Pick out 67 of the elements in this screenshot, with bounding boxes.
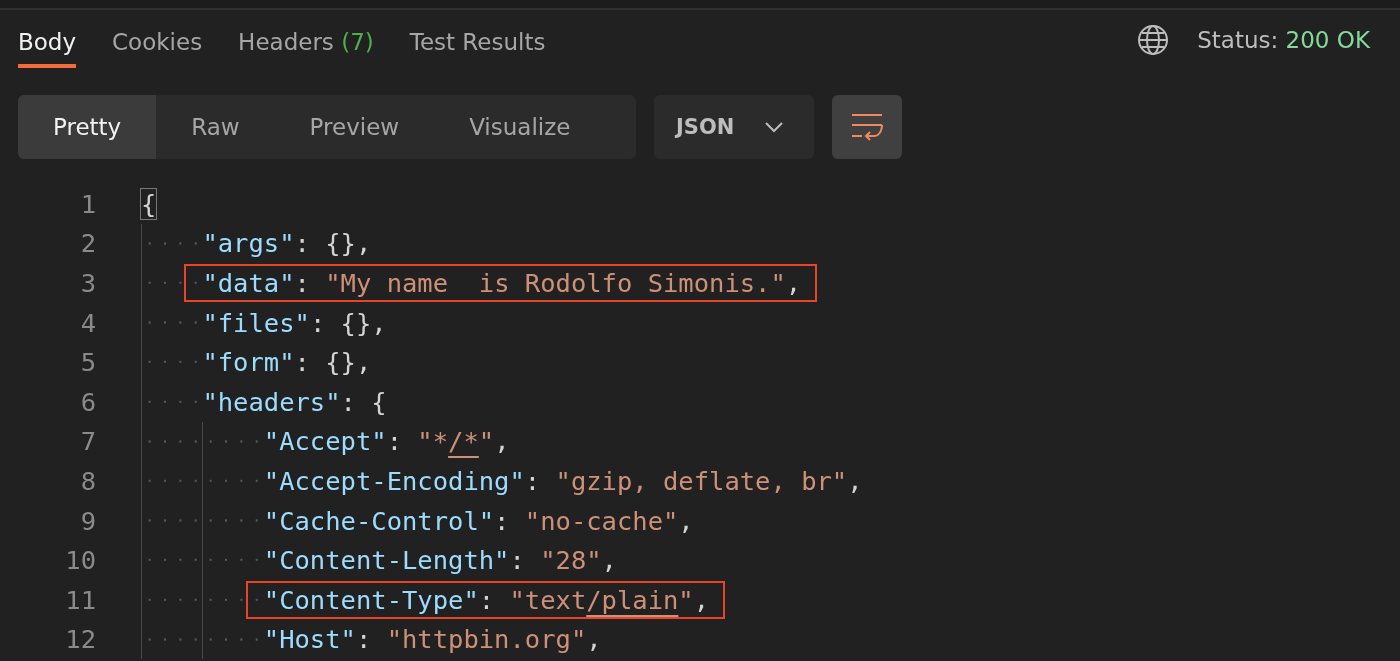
line-number: 10 [64,545,96,576]
json-punctuation: : { [340,386,387,417]
json-punctuation: : [294,268,311,298]
wrap-lines-button[interactable] [832,95,903,159]
line-number: 12 [64,624,96,655]
json-punctuation: : {}, [309,307,387,338]
json-string: " [678,584,694,615]
line-number: 8 [79,465,96,496]
json-key: "Content-Length" [263,545,510,576]
json-punctuation: : [509,545,526,576]
globe-icon[interactable] [1137,24,1170,56]
json-punctuation: , [678,505,694,536]
view-mode-tab[interactable]: Preview [274,95,435,159]
json-key: "Content-Type" [263,584,479,615]
json-brace: { [141,188,157,219]
json-punctuation: : [386,426,403,457]
json-string: "gzip, deflate, br" [555,465,848,496]
json-punctuation: , [847,465,863,496]
link-text[interactable]: /plain [586,584,679,615]
json-string: "28" [540,545,602,576]
line-number: 5 [79,347,96,378]
json-punctuation: , [586,624,602,655]
response-tab[interactable]: Headers (7) [238,10,374,68]
status-text: Status: 200 OK [1197,27,1370,53]
json-key: "headers" [202,386,341,417]
json-key: "files" [202,307,310,338]
response-tab[interactable]: Test Results [409,10,546,68]
line-number: 1 [79,188,96,219]
json-key: "Cache-Control" [263,505,495,536]
json-key: "args" [202,228,295,259]
json-punctuation: : [478,584,496,615]
view-mode-tab[interactable]: Pretty [18,95,157,159]
json-key: "Host" [263,624,356,655]
json-punctuation: : [494,505,511,536]
json-string: " [478,426,495,457]
response-tab[interactable]: Body [18,10,77,68]
json-string: "text [509,584,587,615]
json-string: "My name is Rodolfo Simonis." [325,268,786,298]
json-key: "form" [202,347,295,378]
json-punctuation: , [494,426,510,457]
line-number: 4 [79,307,96,338]
line-number: 11 [64,584,96,615]
json-string: "httpbin.org" [386,624,587,655]
format-dropdown[interactable]: JSON [654,95,815,159]
line-number: 2 [79,228,96,259]
line-number: 7 [79,426,96,457]
json-punctuation: : {}, [294,347,372,378]
line-number: 3 [79,268,96,298]
json-punctuation: , [601,545,617,576]
json-key: "data" [202,268,295,298]
json-key: "Accept" [263,426,387,457]
response-tab[interactable]: Cookies [112,10,203,68]
line-number: 6 [79,386,96,417]
line-number: 9 [79,505,96,536]
json-string: "* [417,426,449,457]
chevron-down-icon [764,121,785,133]
view-mode-tab[interactable]: Visualize [434,95,606,159]
json-key: "Accept-Encoding" [263,465,525,496]
json-punctuation: : {}, [294,228,372,259]
json-string: "no-cache" [524,505,679,536]
json-punctuation: : [524,465,542,496]
wrap-lines-icon [850,112,885,142]
json-punctuation: , [693,584,710,615]
json-punctuation: : [355,624,373,655]
view-mode-tab[interactable]: Raw [156,95,275,159]
json-punctuation: , [785,268,802,298]
link-text[interactable]: /* [448,426,479,457]
